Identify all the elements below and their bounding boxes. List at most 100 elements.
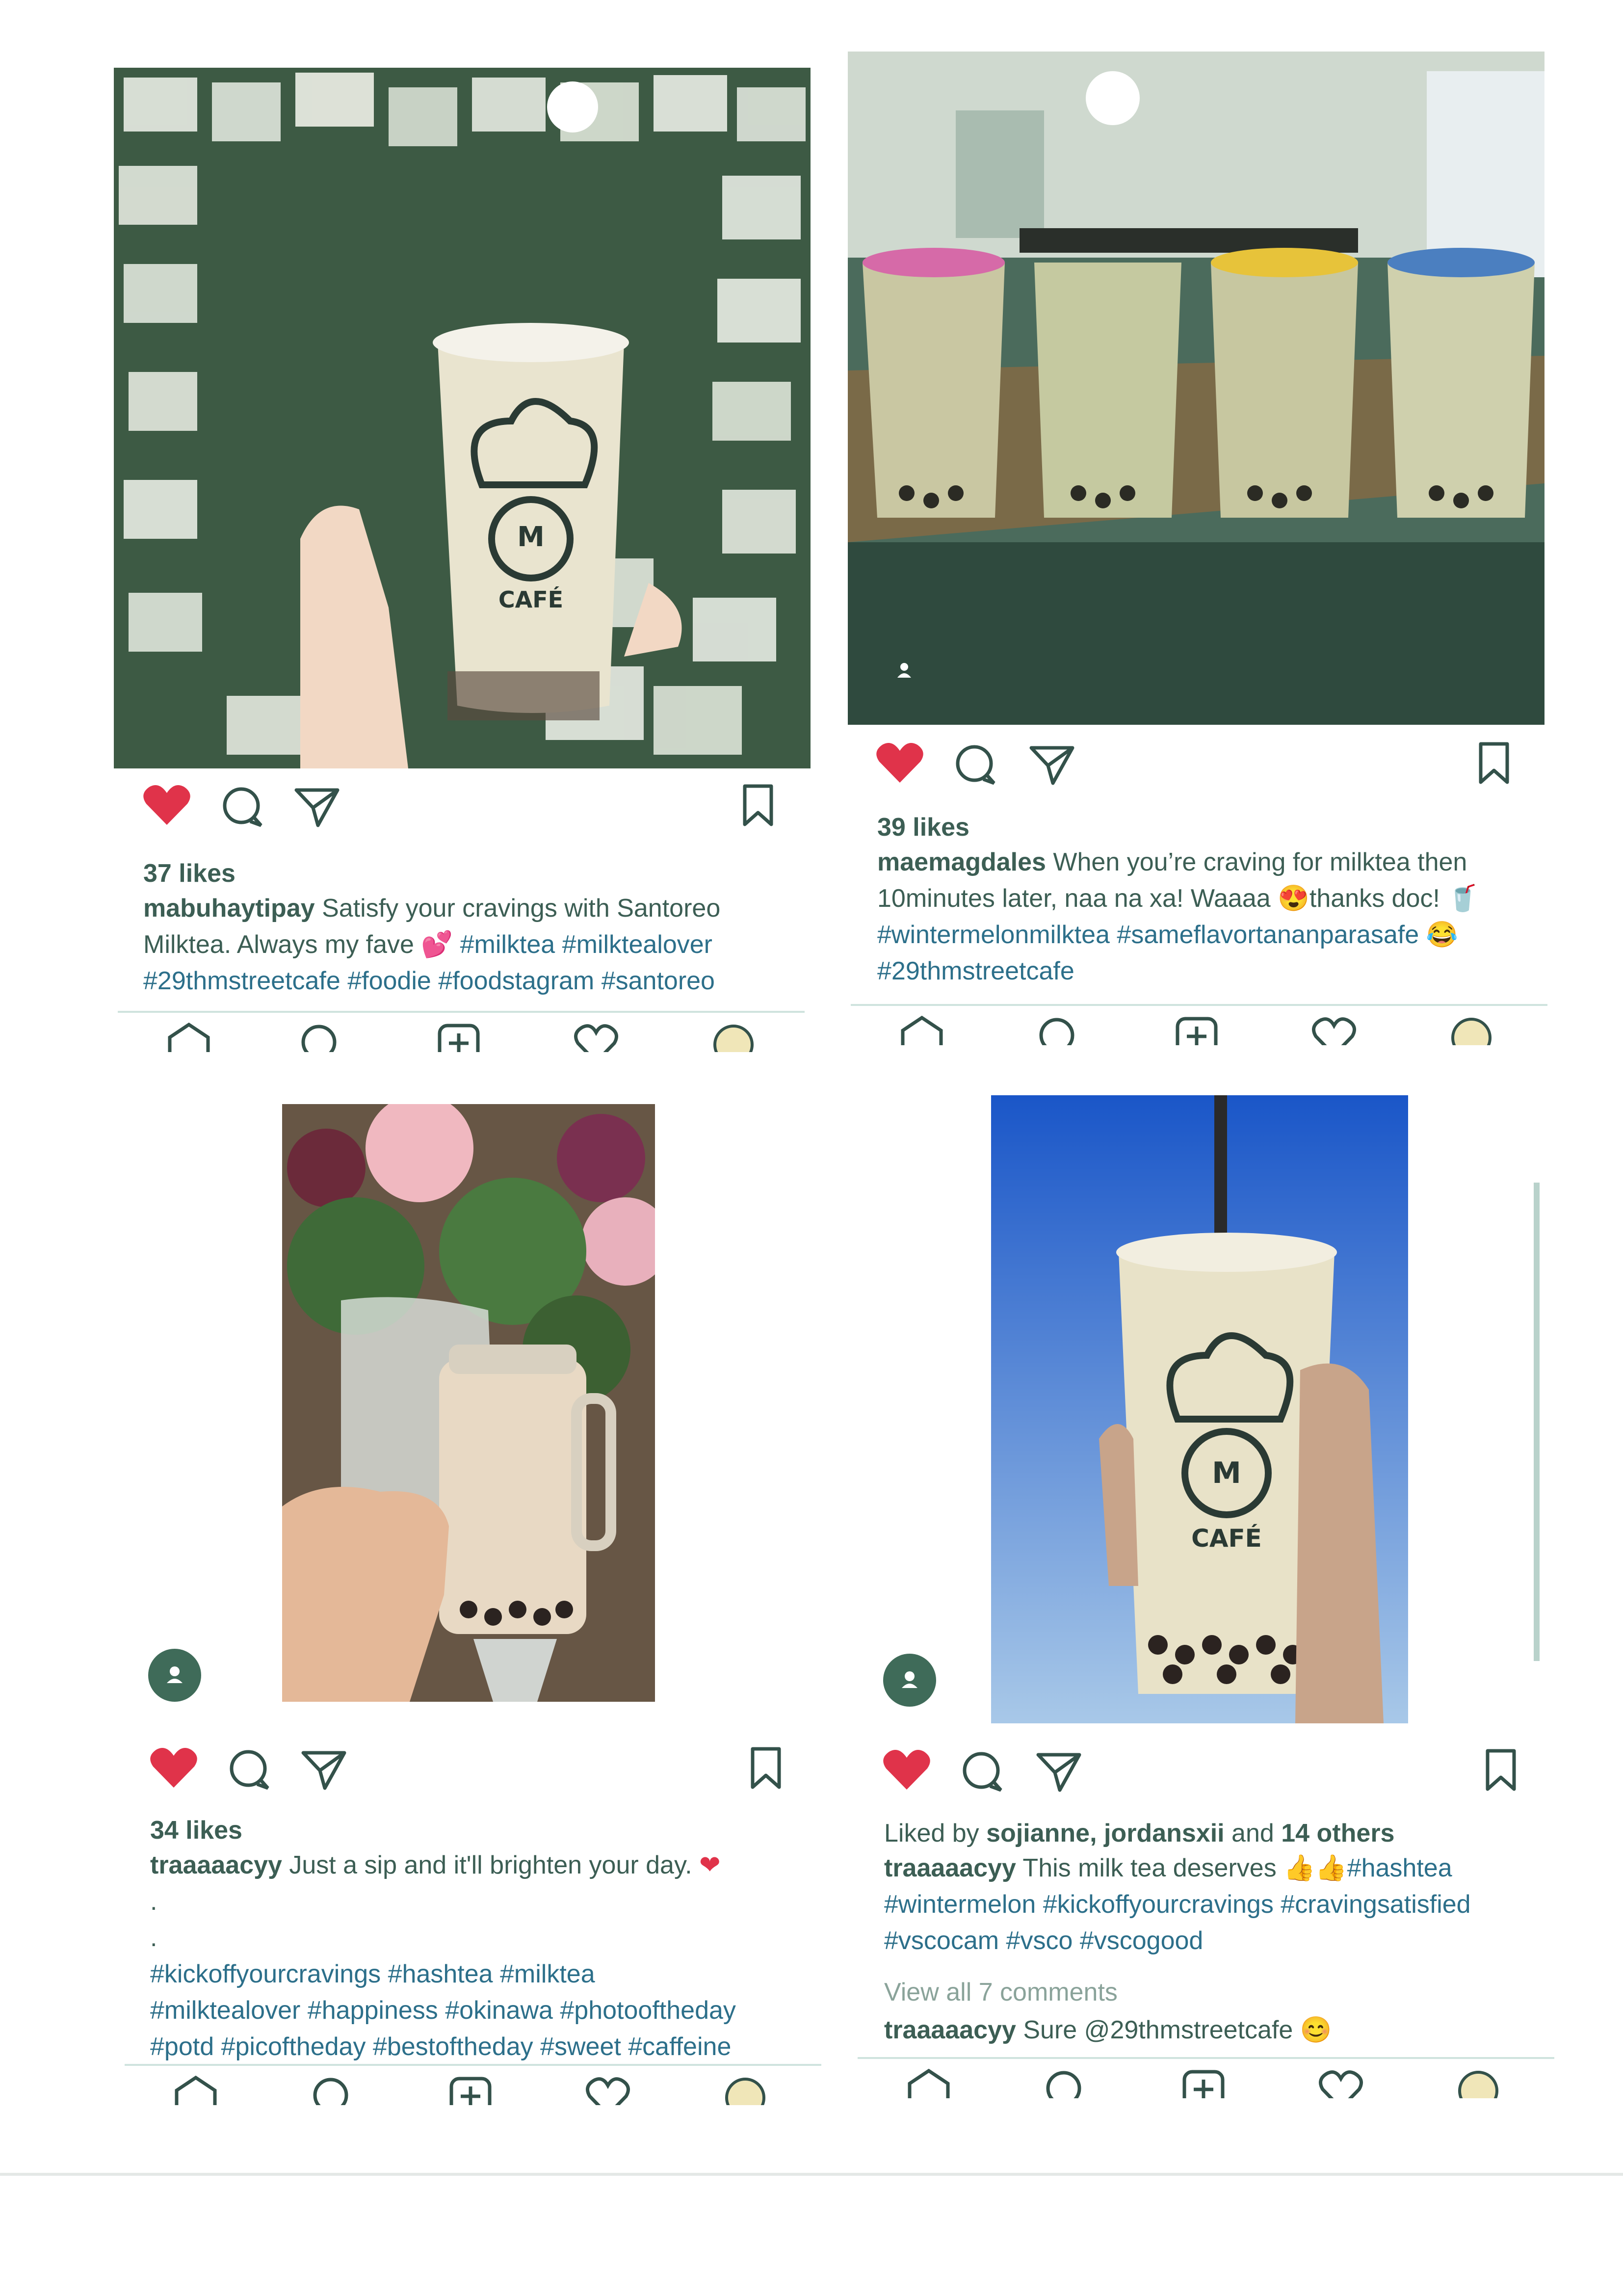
add-icon[interactable] xyxy=(1181,2069,1226,2098)
post-1-caption: mabuhaytipay Satisfy your cravings with … xyxy=(143,890,720,999)
post-3-likes[interactable]: 34 likes xyxy=(150,1816,242,1845)
add-icon[interactable] xyxy=(1175,1016,1219,1045)
username[interactable]: traaaaacyy xyxy=(150,1851,282,1879)
search-icon[interactable] xyxy=(311,2076,350,2105)
scan-edge-line xyxy=(1534,1183,1540,1661)
profile-icon[interactable] xyxy=(1456,2069,1500,2098)
thumbs-up-icon: 👍👍 xyxy=(1283,1854,1347,1882)
add-icon[interactable] xyxy=(437,1023,481,1052)
search-icon[interactable] xyxy=(299,1023,339,1052)
page-bottom-edge xyxy=(0,2173,1623,2176)
svg-text:M: M xyxy=(1212,1456,1241,1490)
post-1-navbar xyxy=(118,1011,805,1052)
caption-text: Milktea. Always my fave xyxy=(143,930,421,959)
comment-icon[interactable] xyxy=(228,1749,272,1791)
milktea-cups-photo xyxy=(848,52,1544,725)
add-icon[interactable] xyxy=(448,2076,493,2105)
post-1-actions xyxy=(142,783,785,837)
caption-text: When you’re craving for milktea then xyxy=(1046,848,1467,876)
post-3-actions xyxy=(149,1746,792,1800)
username[interactable]: maemagdales xyxy=(877,848,1046,876)
liked-by-prefix: Liked by xyxy=(884,1819,987,1847)
heart-icon[interactable] xyxy=(882,1748,931,1792)
comment-username[interactable]: traaaaacyy xyxy=(884,2016,1016,2044)
post-4-photo[interactable]: M CAFÉ xyxy=(991,1095,1408,1723)
caption-dot: . xyxy=(150,1924,157,1952)
post-3-photo[interactable] xyxy=(282,1104,655,1702)
liked-by-users[interactable]: sojianne, jordansxii xyxy=(986,1819,1224,1847)
bookmark-icon[interactable] xyxy=(741,783,775,827)
user-tag-icon[interactable] xyxy=(894,660,914,680)
view-all-comments-link[interactable]: View all 7 comments xyxy=(884,1978,1118,2007)
heart-icon[interactable] xyxy=(149,1746,198,1790)
laughing-icon: 😂 xyxy=(1426,921,1458,949)
share-icon[interactable] xyxy=(1035,1751,1082,1793)
post-4-liked-by[interactable]: Liked by sojianne, jordansxii and 14 oth… xyxy=(884,1819,1394,1848)
home-icon[interactable] xyxy=(907,2069,951,2098)
comment-icon[interactable] xyxy=(961,1751,1005,1793)
home-icon[interactable] xyxy=(174,2076,218,2105)
user-tag-icon[interactable] xyxy=(883,1654,936,1707)
share-icon[interactable] xyxy=(1028,744,1075,786)
two-hearts-icon: 💕 xyxy=(421,930,453,959)
activity-icon[interactable] xyxy=(574,1023,618,1052)
post-2-likes[interactable]: 39 likes xyxy=(877,813,969,842)
post-2-caption: maemagdales When you’re craving for milk… xyxy=(877,844,1479,989)
heart-icon[interactable] xyxy=(142,783,191,827)
heart-icon: ❤ xyxy=(699,1851,721,1879)
home-icon[interactable] xyxy=(167,1023,211,1052)
svg-text:CAFÉ: CAFÉ xyxy=(1191,1524,1262,1553)
post-4-actions xyxy=(882,1748,1525,1802)
heart-icon[interactable] xyxy=(875,741,924,785)
profile-icon[interactable] xyxy=(711,1023,756,1052)
caption-text: thanks doc! xyxy=(1309,884,1447,913)
liked-by-others[interactable]: 14 others xyxy=(1281,1819,1394,1847)
hashtags[interactable]: #wintermelonmilktea #sameflavortananpara… xyxy=(877,921,1426,949)
share-icon[interactable] xyxy=(300,1749,347,1791)
post-1-likes[interactable]: 37 likes xyxy=(143,859,236,888)
search-icon[interactable] xyxy=(1044,2069,1083,2098)
hashtags[interactable]: #potd #picoftheday #bestoftheday #sweet … xyxy=(150,2029,736,2065)
post-4-comment: traaaaacyy Sure @29thmstreetcafe 😊 xyxy=(884,2012,1332,2048)
search-icon[interactable] xyxy=(1037,1016,1076,1045)
hashtags[interactable]: #wintermelon #kickoffyourcravings #cravi… xyxy=(884,1886,1471,1923)
hashtags[interactable]: #vscocam #vsco #vscogood xyxy=(884,1923,1471,1959)
bookmark-icon[interactable] xyxy=(1477,741,1511,785)
caption-text: 10minutes later, naa na xa! Waaaa xyxy=(877,884,1278,913)
username[interactable]: traaaaacyy xyxy=(884,1854,1016,1882)
milktea-sky-photo: M CAFÉ xyxy=(991,1095,1408,1723)
hashtags[interactable]: #milktealover #happiness #okinawa #photo… xyxy=(150,1992,736,2029)
post-2-actions xyxy=(875,741,1518,795)
profile-icon[interactable] xyxy=(1449,1016,1493,1045)
cup-icon: 🥤 xyxy=(1447,884,1479,913)
activity-icon[interactable] xyxy=(586,2076,630,2105)
hashtags[interactable]: #29thmstreetcafe #foodie #foodstagram #s… xyxy=(143,963,720,999)
post-1-photo[interactable]: M CAFÉ xyxy=(114,68,811,768)
comment-icon[interactable] xyxy=(221,786,265,828)
hashtags[interactable]: #hashtea xyxy=(1347,1854,1452,1882)
comment-icon[interactable] xyxy=(954,744,998,786)
bookmark-icon[interactable] xyxy=(749,1746,783,1790)
user-tag-icon[interactable] xyxy=(148,1649,201,1702)
post-2-navbar xyxy=(851,1004,1547,1045)
svg-text:CAFÉ: CAFÉ xyxy=(498,586,563,613)
hashtags[interactable]: #kickoffyourcravings #hashtea #milktea xyxy=(150,1956,736,1992)
comment-text: Sure @29thmstreetcafe xyxy=(1016,2016,1300,2044)
post-4-navbar xyxy=(858,2057,1554,2098)
share-icon[interactable] xyxy=(293,786,340,828)
profile-icon[interactable] xyxy=(723,2076,767,2105)
caption-dot: . xyxy=(150,1887,157,1916)
activity-icon[interactable] xyxy=(1319,2069,1363,2098)
home-icon[interactable] xyxy=(900,1016,944,1045)
activity-icon[interactable] xyxy=(1312,1016,1356,1045)
milktea-jar-flowers-photo xyxy=(282,1104,655,1702)
hashtags[interactable]: #29thmstreetcafe xyxy=(877,953,1479,989)
post-2-photo[interactable] xyxy=(848,52,1544,725)
bookmark-icon[interactable] xyxy=(1484,1748,1518,1792)
smile-icon: 😊 xyxy=(1300,2016,1332,2044)
username[interactable]: mabuhaytipay xyxy=(143,894,315,923)
hashtags[interactable]: #milktea #milktealover xyxy=(453,930,712,959)
post-3-navbar xyxy=(125,2064,821,2105)
caption-text: Just a sip and it'll brighten your day. xyxy=(282,1851,699,1879)
caption-text: Satisfy your cravings with Santoreo xyxy=(314,894,721,923)
